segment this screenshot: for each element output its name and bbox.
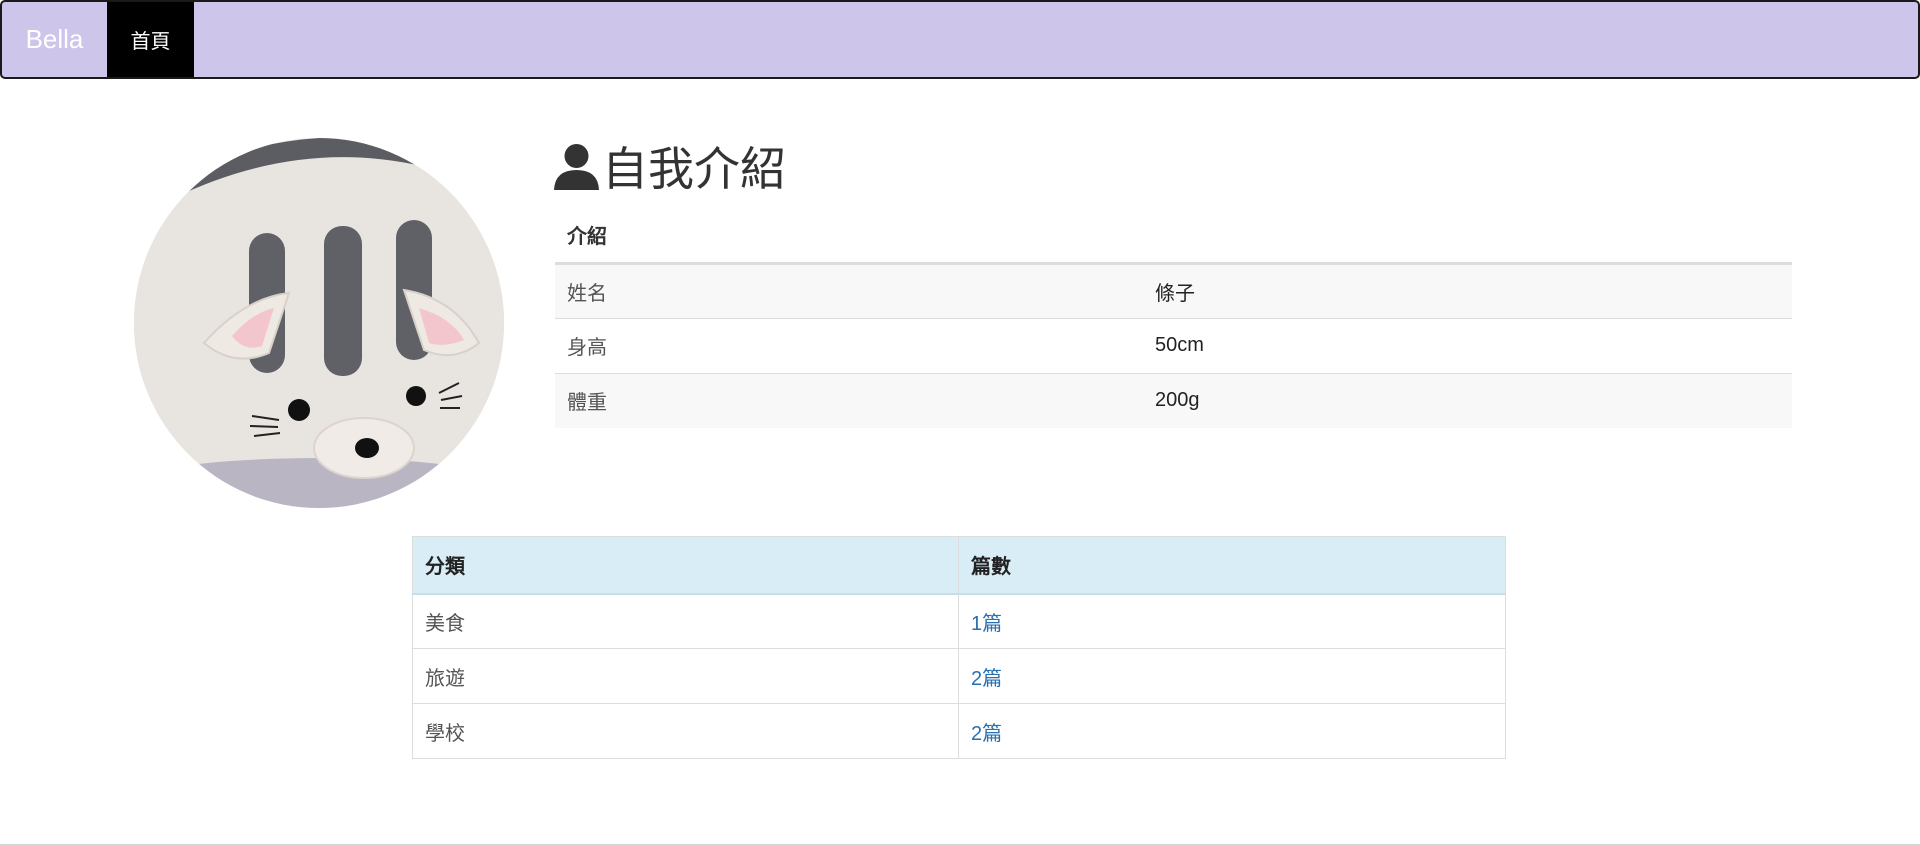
table-row: 學校 2篇	[412, 703, 1506, 759]
count-link[interactable]: 1篇	[971, 613, 1002, 635]
table-row: 體重 200g	[555, 372, 1792, 428]
count-cell: 1篇	[958, 593, 1506, 649]
category-table-header-row: 分類 篇數	[412, 536, 1506, 595]
brand-link[interactable]: Bella	[2, 2, 107, 77]
nav-link-home[interactable]: 首頁	[107, 2, 194, 77]
category-name: 學校	[412, 703, 959, 759]
intro-table-header: 介紹	[555, 208, 1792, 265]
row-key: 姓名	[555, 262, 1143, 318]
user-icon	[553, 142, 600, 190]
table-row: 旅遊 2篇	[412, 648, 1506, 704]
table-row: 姓名 條子	[555, 262, 1792, 318]
category-table: 分類 篇數 美食 1篇 旅遊 2篇 學校 2篇	[412, 536, 1506, 759]
row-value: 50cm	[1143, 317, 1792, 373]
avatar	[134, 138, 504, 508]
cat-plush-avatar-image	[134, 138, 504, 508]
count-link[interactable]: 2篇	[971, 723, 1002, 745]
navbar: Bella 首頁	[0, 0, 1920, 79]
count-header: 篇數	[958, 536, 1506, 595]
category-name: 美食	[412, 593, 959, 649]
intro-table-header-row: 介紹	[555, 208, 1792, 265]
row-key: 身高	[555, 317, 1143, 373]
count-cell: 2篇	[958, 703, 1506, 759]
row-value: 200g	[1143, 372, 1792, 428]
row-value: 條子	[1143, 262, 1792, 318]
table-row: 身高 50cm	[555, 317, 1792, 373]
count-link[interactable]: 2篇	[971, 668, 1002, 690]
row-key: 體重	[555, 372, 1143, 428]
intro-table: 介紹 姓名 條子 身高 50cm 體重 200g	[555, 208, 1792, 428]
category-header: 分類	[412, 536, 959, 595]
intro-title-text: 自我介紹	[602, 142, 786, 196]
count-cell: 2篇	[958, 648, 1506, 704]
intro-title: 自我介紹	[553, 136, 786, 196]
category-name: 旅遊	[412, 648, 959, 704]
table-row: 美食 1篇	[412, 593, 1506, 649]
